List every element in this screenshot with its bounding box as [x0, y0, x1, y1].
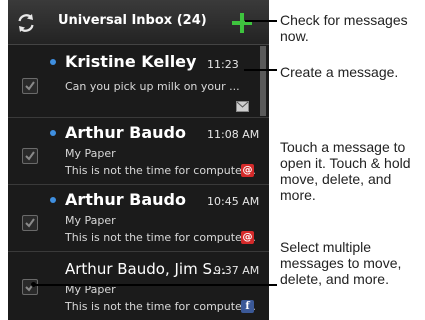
- unread-indicator: [50, 59, 56, 65]
- message-row[interactable]: Arthur Baudo, Jim S... 9:37 AM My Paper …: [8, 252, 260, 320]
- sender-name: Arthur Baudo: [65, 123, 186, 142]
- message-preview: This is not the time for computer...: [65, 231, 256, 244]
- annotation-check: Check for messages now.: [280, 12, 408, 44]
- message-checkbox[interactable]: [22, 78, 38, 94]
- callout-line-select: [34, 284, 277, 286]
- sender-name: Kristine Kelley: [65, 52, 197, 71]
- message-checkbox[interactable]: [22, 279, 38, 295]
- message-time: 11:23: [207, 58, 239, 71]
- callout-line-create: [244, 69, 277, 71]
- message-preview: This is not the time for computer...: [65, 164, 256, 177]
- compose-plus-icon[interactable]: [231, 12, 253, 34]
- message-row[interactable]: Arthur Baudo 11:08 AM My Paper This is n…: [8, 118, 260, 184]
- annotation-touch: Touch a message to open it. Touch & hold…: [280, 139, 411, 203]
- message-time: 9:37 AM: [214, 264, 260, 277]
- callout-line-check: [245, 20, 277, 22]
- unread-indicator: [50, 197, 56, 203]
- unread-indicator: [50, 130, 56, 136]
- at-sign-icon: @: [241, 231, 254, 244]
- message-checkbox[interactable]: [22, 215, 38, 231]
- callout-dot: [31, 282, 36, 287]
- sync-icon[interactable]: [16, 13, 36, 33]
- message-time: 11:08 AM: [207, 128, 260, 141]
- annotation-select: Select multiple messages to move, delete…: [280, 239, 402, 287]
- envelope-icon: [236, 97, 249, 116]
- message-subject: My Paper: [65, 214, 116, 227]
- message-preview: This is not the time for computer...: [65, 300, 256, 313]
- email-app-screen: Universal Inbox (24) Kristine Kelley 11:…: [8, 0, 269, 320]
- scrollbar-thumb[interactable]: [260, 46, 266, 116]
- sender-name: Arthur Baudo: [65, 190, 186, 209]
- message-preview: Can you pick up milk on your ...: [65, 80, 240, 93]
- message-row[interactable]: Arthur Baudo 10:45 AM My Paper This is n…: [8, 185, 260, 251]
- at-sign-icon: @: [241, 164, 254, 177]
- message-checkbox[interactable]: [22, 148, 38, 164]
- facebook-icon: f: [241, 300, 254, 313]
- annotation-create: Create a message.: [280, 64, 399, 80]
- message-time: 10:45 AM: [207, 195, 260, 208]
- message-row[interactable]: Kristine Kelley 11:23 Can you pick up mi…: [8, 45, 258, 117]
- sender-name: Arthur Baudo, Jim S...: [65, 260, 227, 278]
- inbox-header: Universal Inbox (24): [8, 0, 269, 45]
- message-subject: My Paper: [65, 147, 116, 160]
- inbox-title: Universal Inbox (24): [58, 13, 207, 28]
